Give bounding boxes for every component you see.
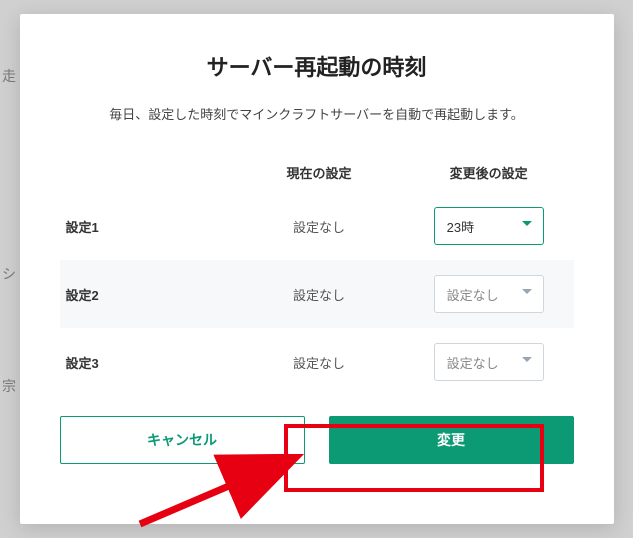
table-row: 設定3 設定なし 設定なし xyxy=(60,328,574,396)
modal-backdrop: サーバー再起動の時刻 毎日、設定した時刻でマインクラフトサーバーを自動で再起動し… xyxy=(0,0,633,538)
row-label: 設定3 xyxy=(60,353,235,372)
table-row: 設定2 設定なし 設定なし xyxy=(60,260,574,328)
row-current-value: 設定なし xyxy=(234,217,404,236)
row-label: 設定2 xyxy=(60,285,235,304)
button-row: キャンセル 変更 xyxy=(60,416,574,464)
row-current-value: 設定なし xyxy=(234,353,404,372)
restart-time-modal: サーバー再起動の時刻 毎日、設定した時刻でマインクラフトサーバーを自動で再起動し… xyxy=(20,14,614,524)
select-value: 23時 xyxy=(447,217,474,236)
cancel-button-label: キャンセル xyxy=(147,430,217,450)
cancel-button[interactable]: キャンセル xyxy=(60,416,305,464)
header-current: 現在の設定 xyxy=(234,163,404,182)
submit-button-label: 変更 xyxy=(437,430,465,450)
modal-description: 毎日、設定した時刻でマインクラフトサーバーを自動で再起動します。 xyxy=(60,104,574,123)
time-select-1[interactable]: 23時 xyxy=(434,207,544,245)
settings-table: 現在の設定 変更後の設定 設定1 設定なし 23時 設定2 設定なし xyxy=(60,153,574,396)
select-value: 設定なし xyxy=(447,285,499,304)
chevron-down-icon xyxy=(521,357,531,367)
chevron-down-icon xyxy=(521,221,531,231)
row-current-value: 設定なし xyxy=(234,285,404,304)
select-value: 設定なし xyxy=(447,353,499,372)
table-header: 現在の設定 変更後の設定 xyxy=(60,153,574,192)
annotation-arrow-icon xyxy=(130,454,310,529)
time-select-2[interactable]: 設定なし xyxy=(434,275,544,313)
table-row: 設定1 設定なし 23時 xyxy=(60,192,574,260)
time-select-3[interactable]: 設定なし xyxy=(434,343,544,381)
submit-button[interactable]: 変更 xyxy=(329,416,574,464)
modal-title: サーバー再起動の時刻 xyxy=(60,50,574,82)
row-label: 設定1 xyxy=(60,217,235,236)
header-after: 変更後の設定 xyxy=(404,163,574,182)
chevron-down-icon xyxy=(521,289,531,299)
